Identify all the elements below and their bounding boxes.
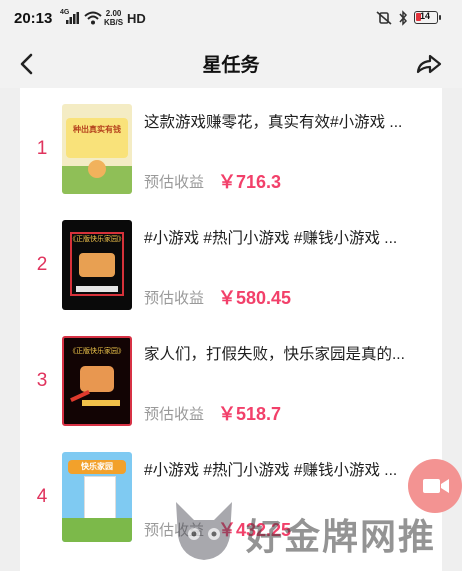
rank-number: 1 (36, 138, 48, 159)
signal-icon (66, 12, 79, 24)
earnings-label: 预估收益 (144, 406, 205, 423)
watermark-cat-logo (176, 502, 232, 560)
rank-number: 3 (36, 370, 48, 391)
task-item[interactable]: 2 《正版快乐家园》 #小游戏 #热门小游戏 #赚钱小游戏 ... 预估收益 ￥… (20, 204, 442, 320)
share-icon[interactable] (414, 50, 444, 78)
task-item[interactable]: 3 《正版快乐家园》 家人们，打假失败，快乐家园是真的... 预估收益 ￥518… (20, 320, 442, 436)
video-thumbnail[interactable]: 快乐家园 (62, 452, 132, 542)
earnings-label: 预估收益 (144, 174, 205, 191)
video-thumbnail[interactable]: 《正版快乐家园》 (62, 220, 132, 310)
task-title: #小游戏 #热门小游戏 #赚钱小游戏 ... (144, 230, 398, 247)
earnings-value: ￥580.45 (218, 288, 292, 308)
video-fab-button[interactable] (408, 459, 462, 513)
video-thumbnail[interactable]: 《正版快乐家园》 (62, 336, 132, 426)
task-title: 家人们，打假失败，快乐家园是真的... (144, 346, 405, 363)
thumbnail-caption: 《正版快乐家园》 (69, 236, 125, 243)
video-thumbnail[interactable]: 种出真实有钱 (62, 104, 132, 194)
network-speed: 2.00 KB/S (104, 9, 123, 27)
bluetooth-icon (399, 10, 408, 26)
task-title: 这款游戏赚零花，真实有效#小游戏 ... (144, 114, 403, 131)
mute-vibrate-icon (376, 11, 392, 25)
earnings-value: ￥716.3 (218, 172, 282, 192)
video-camera-icon (423, 479, 449, 493)
network-speed-value: 2.00 (105, 9, 122, 18)
thumbnail-caption: 《正版快乐家园》 (69, 348, 125, 355)
rank-number: 4 (36, 486, 48, 507)
hd-indicator: HD (127, 11, 146, 26)
thumbnail-caption: 种出真实有钱 (73, 125, 121, 134)
wifi-icon (84, 11, 102, 25)
earnings-value: ￥518.7 (218, 404, 282, 424)
battery-level-text: 14 (420, 11, 431, 21)
rank-number: 2 (36, 254, 48, 275)
battery-icon: 14 (414, 11, 441, 24)
earnings-label: 预估收益 (144, 290, 205, 307)
status-time: 20:13 (14, 10, 53, 27)
page-title: 星任务 (202, 55, 260, 76)
thumbnail-caption: 快乐家园 (81, 462, 113, 471)
header: 星任务 (0, 40, 462, 88)
status-bar: 20:13 4G 2.00 KB/S HD 14 (0, 0, 462, 40)
task-title: #小游戏 #热门小游戏 #赚钱小游戏 ... (144, 462, 398, 479)
network-speed-unit: KB/S (104, 18, 124, 27)
watermark-text: 好金牌网推 (246, 516, 437, 557)
task-item[interactable]: 1 种出真实有钱 这款游戏赚零花，真实有效#小游戏 ... 预估收益 ￥716.… (20, 88, 442, 204)
